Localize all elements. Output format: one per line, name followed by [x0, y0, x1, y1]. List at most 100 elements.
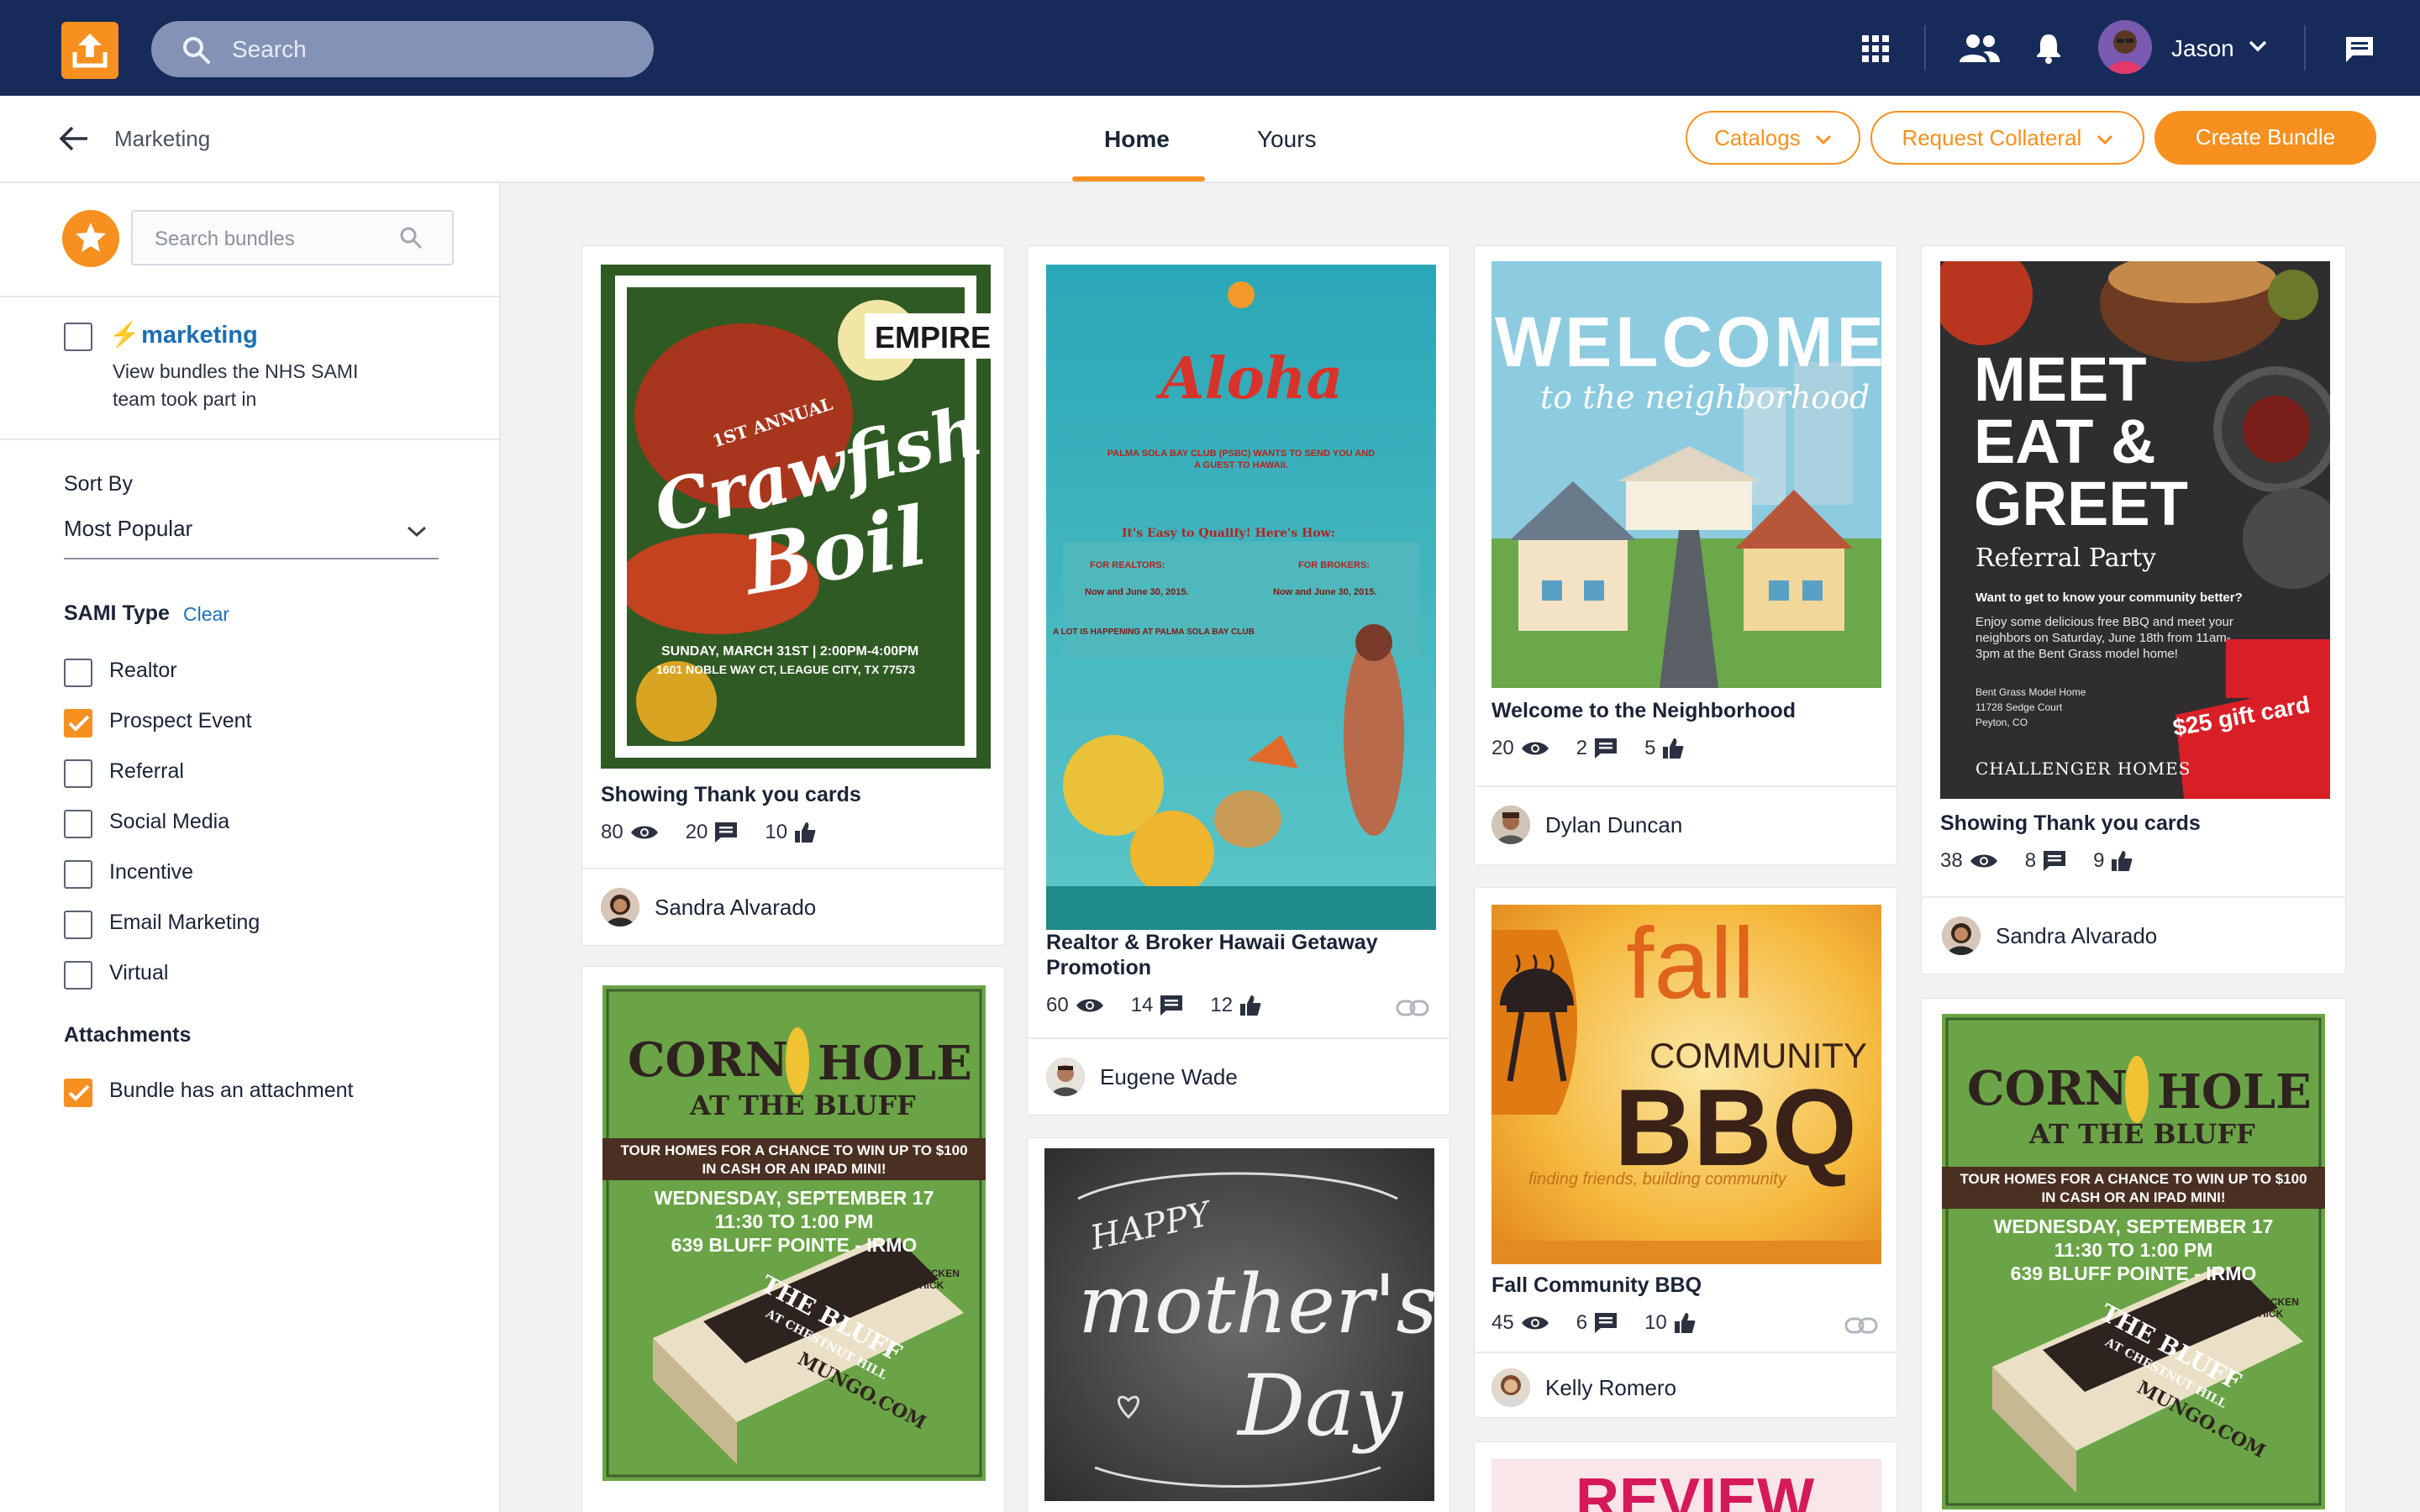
- poster-text: 639 BLUFF POINTE - IRMO: [2010, 1263, 2257, 1284]
- request-collateral-button[interactable]: Request Collateral: [1870, 111, 2144, 165]
- chat-icon[interactable]: [2344, 35, 2375, 64]
- bundle-thumbnail[interactable]: WELCOME to the neighborhood: [1491, 261, 1881, 688]
- eye-icon: [1521, 742, 1549, 755]
- marketing-team-title[interactable]: ⚡marketing: [109, 321, 258, 349]
- poster-text: Bent Grass Model Home 11728 Sedge Court …: [1975, 686, 2086, 728]
- poster-text: CORN: [628, 1032, 789, 1088]
- bundle-card[interactable]: MEET EAT & GREET Referral Party Want to …: [1921, 245, 2346, 974]
- poster-text: SUNDAY, MARCH 31ST | 2:00PM-4:00PM: [661, 644, 919, 659]
- checkbox-email-marketing[interactable]: [64, 911, 92, 939]
- poster-text: to the neighborhood: [1540, 379, 1870, 416]
- bundle-card[interactable]: fall COMMUNITY BBQ finding friends, buil…: [1474, 887, 1897, 1418]
- marketing-team-description: View bundles the NHS SAMI team took part…: [113, 360, 359, 410]
- bundle-card[interactable]: REVIEW: [1474, 1441, 1897, 1512]
- nav-divider: [1924, 25, 1926, 71]
- bundle-title[interactable]: Fall Community BBQ: [1491, 1273, 1702, 1298]
- bundle-author[interactable]: Kelly Romero: [1491, 1368, 1676, 1407]
- bundle-thumbnail[interactable]: CORN HOLE AT THE BLUFF TOUR HOMES FOR A …: [1942, 1014, 2325, 1509]
- link-icon[interactable]: [1844, 1316, 1878, 1335]
- create-bundle-button[interactable]: Create Bundle: [2154, 111, 2376, 165]
- bundle-title[interactable]: Welcome to the Neighborhood: [1491, 698, 1796, 723]
- clear-filter-link[interactable]: Clear: [183, 603, 229, 626]
- tab-yours[interactable]: Yours: [1257, 126, 1317, 153]
- bell-icon[interactable]: [2035, 32, 2062, 64]
- breadcrumb[interactable]: Marketing: [114, 126, 210, 152]
- bundle-thumbnail[interactable]: Aloha PALMA SOLA BAY CLUB (PSBC) WANTS T…: [1046, 265, 1436, 930]
- bundle-card[interactable]: CORN HOLE AT THE BLUFF TOUR HOMES FOR A …: [1921, 998, 2346, 1512]
- comment-icon: [1595, 1313, 1618, 1333]
- link-icon[interactable]: [1396, 999, 1429, 1017]
- bundle-title[interactable]: Showing Thank you cards: [601, 782, 861, 807]
- checkbox-incentive[interactable]: [64, 860, 92, 889]
- likes-count: 10: [1644, 1311, 1667, 1334]
- marketing-team-checkbox[interactable]: [64, 323, 92, 351]
- checkbox-virtual[interactable]: [64, 961, 92, 990]
- bundle-thumbnail[interactable]: EMPIRE 1ST ANNUAL Crawfish Boil SUNDAY, …: [601, 265, 991, 769]
- poster-text: HOLE: [818, 1036, 972, 1091]
- poster-text: 1601 NOBLE WAY CT, LEAGUE CITY, TX 77573: [656, 663, 916, 676]
- bundle-card[interactable]: CORN HOLE AT THE BLUFF TOUR HOMES FOR A …: [581, 966, 1005, 1512]
- comments-count: 20: [685, 821, 708, 843]
- user-avatar[interactable]: [2098, 20, 2152, 74]
- request-collateral-label: Request Collateral: [1902, 125, 2082, 150]
- likes-count: 9: [2093, 849, 2105, 872]
- chevron-down-icon: [2096, 135, 2112, 145]
- eye-icon: [630, 826, 658, 839]
- bundle-author[interactable]: Sandra Alvarado: [1942, 916, 2157, 955]
- bundle-thumbnail[interactable]: REVIEW: [1491, 1459, 1881, 1512]
- divider: [1475, 1352, 1897, 1353]
- check-icon: [68, 1084, 90, 1101]
- poster-text: CORN: [1967, 1061, 2128, 1116]
- filter-realtor[interactable]: Realtor: [109, 659, 177, 683]
- divider: [1475, 785, 1897, 787]
- filter-prospect-event[interactable]: Prospect Event: [109, 709, 252, 733]
- bundle-title[interactable]: Realtor & Broker Hawaii Getaway Promotio…: [1046, 930, 1433, 980]
- people-icon[interactable]: [1958, 34, 2002, 64]
- global-search-input[interactable]: Search: [151, 21, 654, 77]
- check-icon: [68, 715, 90, 732]
- filter-referral[interactable]: Referral: [109, 759, 184, 784]
- bundle-thumbnail[interactable]: MEET EAT & GREET Referral Party Want to …: [1940, 261, 2330, 799]
- bundle-card[interactable]: Aloha PALMA SOLA BAY CLUB (PSBC) WANTS T…: [1027, 245, 1450, 1116]
- filter-social-media[interactable]: Social Media: [109, 810, 229, 834]
- bundle-card[interactable]: HAPPY mother's Day: [1027, 1137, 1450, 1512]
- bundle-author[interactable]: Eugene Wade: [1046, 1058, 1238, 1096]
- checkbox-referral[interactable]: [64, 759, 92, 788]
- bundle-search-input[interactable]: Search bundles: [131, 210, 454, 265]
- poster-text: AT THE BLUFF: [2029, 1118, 2255, 1150]
- poster-text: LUNCH BY CHICKEN SALAD CHICK: [2198, 1296, 2299, 1320]
- poster-text: It's Easy to Qualify! Here's How:: [1122, 527, 1335, 540]
- bundle-author[interactable]: Dylan Duncan: [1491, 806, 1682, 844]
- author-avatar: [1491, 1368, 1530, 1407]
- bundle-thumbnail[interactable]: HAPPY mother's Day: [1044, 1148, 1434, 1501]
- favorites-toggle[interactable]: [62, 210, 119, 267]
- back-arrow-icon[interactable]: [59, 126, 89, 151]
- filter-has-attachment[interactable]: Bundle has an attachment: [109, 1079, 353, 1103]
- filter-email-marketing[interactable]: Email Marketing: [109, 911, 260, 935]
- checkbox-social-media[interactable]: [64, 810, 92, 838]
- bundle-card[interactable]: WELCOME to the neighborhood Welcome to t…: [1474, 245, 1897, 865]
- author-name: Eugene Wade: [1100, 1063, 1238, 1089]
- sort-by-select[interactable]: Most Popular: [64, 516, 192, 542]
- tab-home[interactable]: Home: [1104, 126, 1170, 153]
- sami-type-label: SAMI Type: [64, 601, 170, 625]
- bundle-card[interactable]: EMPIRE 1ST ANNUAL Crawfish Boil SUNDAY, …: [581, 245, 1005, 946]
- comment-icon: [1160, 995, 1183, 1016]
- user-name[interactable]: Jason: [2171, 35, 2234, 62]
- chevron-down-icon[interactable]: [407, 526, 427, 538]
- checkbox-has-attachment[interactable]: [64, 1079, 92, 1107]
- bundle-author[interactable]: Sandra Alvarado: [601, 888, 816, 927]
- catalogs-button[interactable]: Catalogs: [1686, 111, 1860, 165]
- bundle-thumbnail[interactable]: fall COMMUNITY BBQ finding friends, buil…: [1491, 905, 1881, 1264]
- checkbox-realtor[interactable]: [64, 659, 92, 687]
- chevron-down-icon[interactable]: [2249, 40, 2267, 52]
- poster-text: mother's: [1078, 1257, 1434, 1352]
- checkbox-prospect-event[interactable]: [64, 709, 92, 738]
- views-count: 45: [1491, 1311, 1514, 1334]
- bundle-thumbnail[interactable]: CORN HOLE AT THE BLUFF TOUR HOMES FOR A …: [602, 985, 986, 1481]
- app-logo[interactable]: [61, 22, 118, 79]
- bundle-title[interactable]: Showing Thank you cards: [1940, 811, 2201, 836]
- filter-virtual[interactable]: Virtual: [109, 961, 168, 985]
- filter-incentive[interactable]: Incentive: [109, 860, 193, 885]
- apps-grid-icon[interactable]: [1862, 35, 1889, 62]
